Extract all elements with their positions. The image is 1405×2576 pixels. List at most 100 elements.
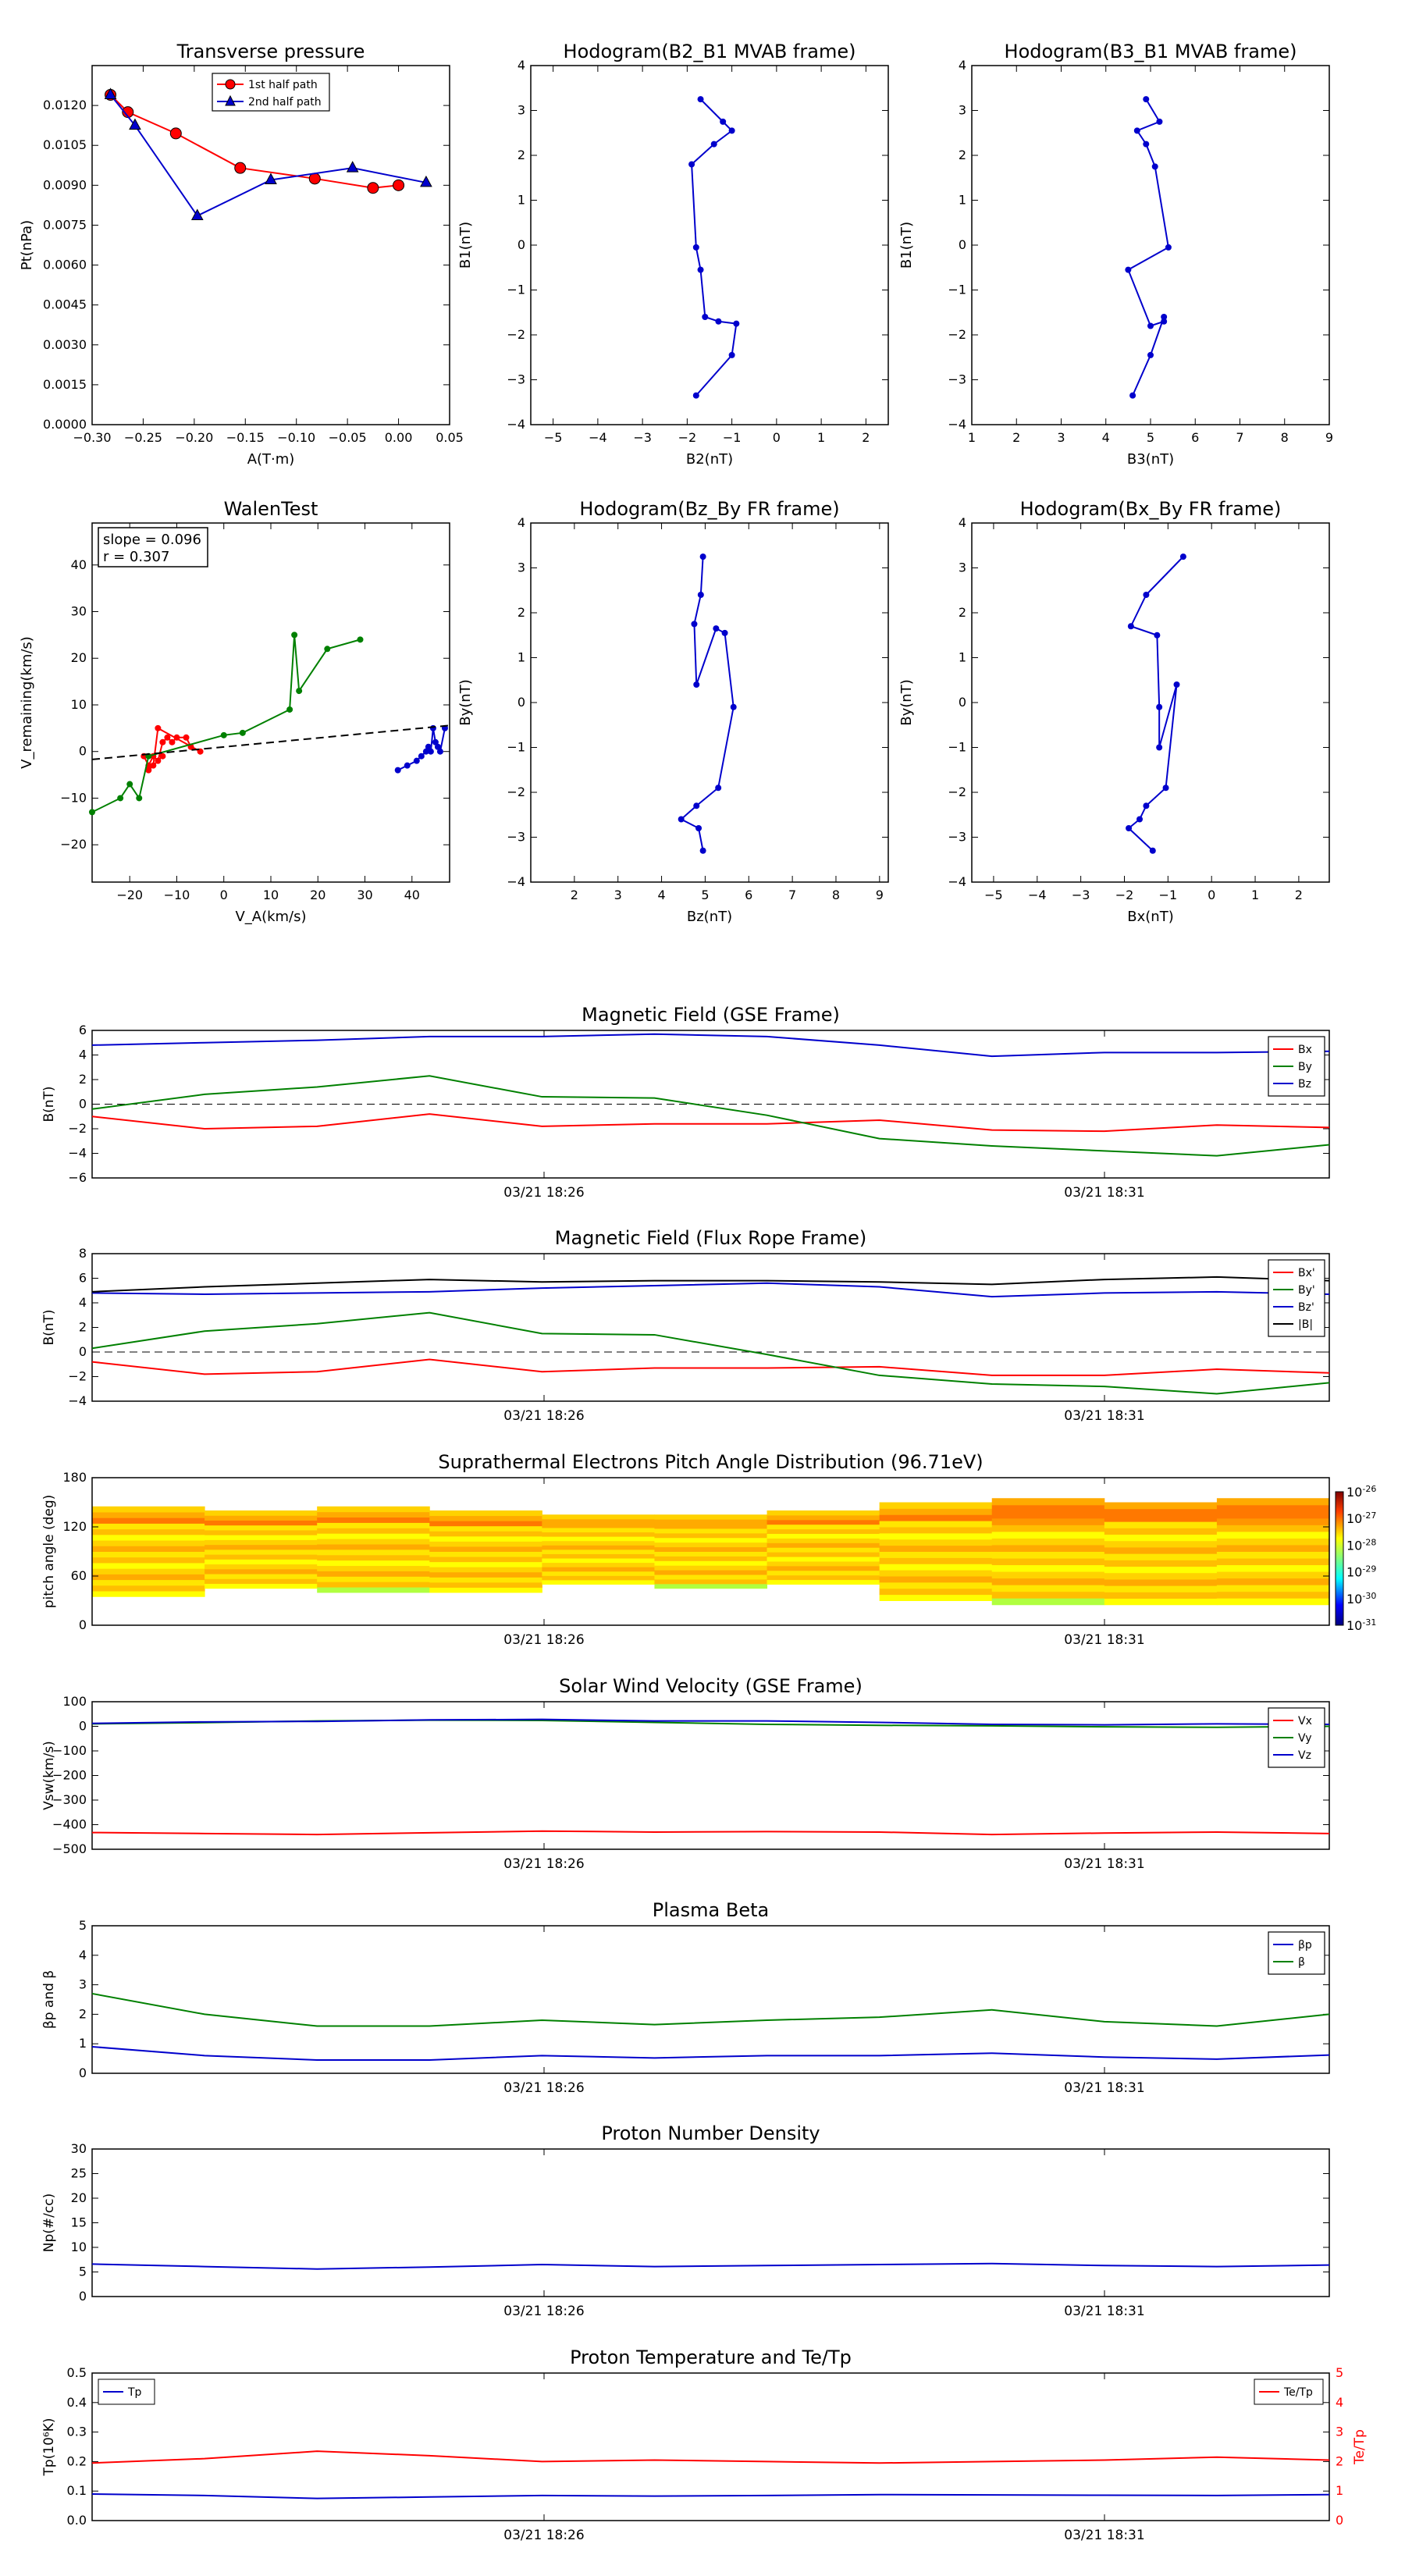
bfr-ytick-label: 0: [79, 1344, 87, 1359]
h1-point: [688, 161, 695, 168]
pad-heatmap-cell: [879, 1532, 993, 1540]
pad-heatmap-cell: [1104, 1592, 1218, 1599]
pad-heatmap-cell: [92, 1568, 205, 1574]
pad-heatmap-cell: [879, 1594, 993, 1601]
pad-heatmap-cell: [654, 1514, 768, 1520]
figure-background: [0, 0, 1405, 2576]
bfr-ytick-label: 8: [79, 1246, 87, 1261]
h4-xtick-label: 2: [1295, 888, 1303, 902]
bgse-ytick-label: −2: [68, 1121, 87, 1136]
h4-xtick-label: −2: [1115, 888, 1134, 902]
beta-ytick-label: 0: [79, 2065, 87, 2080]
h4-ytick-label: 4: [959, 515, 966, 530]
h1-point: [692, 392, 699, 399]
bgse-ytick-label: −6: [68, 1170, 87, 1185]
walen-title: WalenTest: [224, 498, 318, 520]
pt-ytick-label: 0.0015: [43, 377, 87, 392]
pad-heatmap-cell: [205, 1525, 318, 1531]
bgse-title: Magnetic Field (GSE Frame): [582, 1004, 840, 1026]
pad-heatmap-cell: [1104, 1560, 1218, 1567]
walen-point: [117, 795, 124, 802]
pad-heatmap-cell: [317, 1571, 430, 1577]
h2-xtick-label: 8: [1281, 430, 1289, 445]
pt-ytick-label: 0.0090: [43, 177, 87, 192]
pad-heatmap-cell: [767, 1574, 880, 1581]
pad-heatmap-cell: [654, 1556, 768, 1561]
bgse-legend-label: Bx: [1298, 1044, 1312, 1056]
vsw-ylabel: Vsw(km/s): [41, 1741, 57, 1810]
h2-point: [1143, 96, 1150, 103]
pad-heatmap-cell: [1216, 1525, 1330, 1532]
tp-ytick-label: 0.4: [67, 2395, 87, 2410]
pad-heatmap-cell: [542, 1532, 655, 1537]
pt-xtick-label: 0.05: [436, 430, 464, 445]
h2-xtick-label: 4: [1102, 430, 1110, 445]
pt-xlabel: A(T·m): [247, 451, 295, 468]
pad-heatmap-cell: [879, 1545, 993, 1552]
h4-ytick-label: −4: [948, 874, 966, 889]
walen-point: [126, 781, 133, 788]
bgse-ytick-label: −4: [68, 1146, 87, 1161]
pad-heatmap-cell: [767, 1579, 880, 1585]
h1-point: [728, 351, 735, 358]
vsw-xtick-label: 03/21 18:31: [1064, 1856, 1144, 1872]
pad-heatmap-cell: [542, 1575, 655, 1581]
h2-point: [1147, 322, 1154, 329]
pad-heatmap-cell: [205, 1554, 318, 1560]
pt-legend-label: 1st half path: [248, 79, 318, 91]
pad-heatmap-cell: [879, 1521, 993, 1528]
walen-point: [394, 767, 401, 774]
h4-xtick-label: 1: [1251, 888, 1259, 902]
h2-title: Hodogram(B3_B1 MVAB frame): [1005, 41, 1297, 62]
tp-ytick-label: 0.5: [67, 2365, 87, 2380]
h1-ytick-label: 3: [518, 103, 525, 118]
h2-ytick-label: −3: [948, 372, 966, 387]
h3-title: Hodogram(Bz_By FR frame): [579, 498, 839, 520]
pad-heatmap-cell: [317, 1554, 430, 1561]
h4-ytick-label: 1: [959, 650, 966, 665]
pad-heatmap-cell: [205, 1549, 318, 1555]
pad-heatmap-cell: [767, 1528, 880, 1535]
pad-heatmap-cell: [654, 1532, 768, 1539]
pad-heatmap-cell: [767, 1510, 880, 1516]
h2-xtick-label: 3: [1057, 430, 1065, 445]
walen-xtick-label: −10: [164, 888, 190, 902]
pad-xtick-label: 03/21 18:26: [503, 1632, 584, 1648]
walen-point: [155, 724, 162, 731]
h4-point: [1143, 802, 1150, 809]
pad-heatmap-cell: [879, 1557, 993, 1564]
h3-ytick-label: 0: [518, 695, 525, 710]
pad-heatmap-cell: [92, 1528, 205, 1535]
vsw-ytick-label: 100: [62, 1694, 87, 1709]
tp-y2tick-label: 0: [1336, 2513, 1343, 2528]
np-ytick-label: 30: [71, 2141, 87, 2156]
h1-ytick-label: 1: [518, 193, 525, 208]
pad-heatmap-cell: [205, 1535, 318, 1540]
pad-heatmap-cell: [654, 1583, 768, 1589]
tp-xtick-label: 03/21 18:26: [503, 2528, 584, 2543]
beta-ytick-label: 2: [79, 2006, 87, 2021]
h3-point: [713, 625, 720, 632]
pad-heatmap-cell: [654, 1542, 768, 1548]
bgse-legend-label: Bz: [1298, 1078, 1311, 1091]
h2-xtick-label: 1: [968, 430, 976, 445]
pt-legend-label: 2nd half path: [248, 96, 322, 109]
h3-point: [730, 703, 737, 710]
pad-heatmap-cell: [654, 1565, 768, 1571]
h3-ytick-label: −3: [507, 830, 525, 845]
pt-point: [367, 182, 379, 194]
h2-xtick-label: 5: [1147, 430, 1154, 445]
pad-heatmap-cell: [991, 1531, 1105, 1539]
pad-heatmap-cell: [991, 1517, 1105, 1525]
pad-ytick-label: 120: [62, 1519, 87, 1534]
pad-heatmap-cell: [767, 1538, 880, 1543]
pad-heatmap-cell: [879, 1514, 993, 1521]
h2-point: [1165, 244, 1172, 251]
np-title: Proton Number Density: [601, 2122, 820, 2144]
h4-point: [1149, 847, 1156, 854]
h1-ylabel: B1(nT): [457, 222, 474, 269]
pad-heatmap-cell: [991, 1578, 1105, 1585]
h1-xtick-label: −2: [678, 430, 697, 445]
pt-point: [393, 179, 405, 191]
h3-ytick-label: −4: [507, 874, 525, 889]
